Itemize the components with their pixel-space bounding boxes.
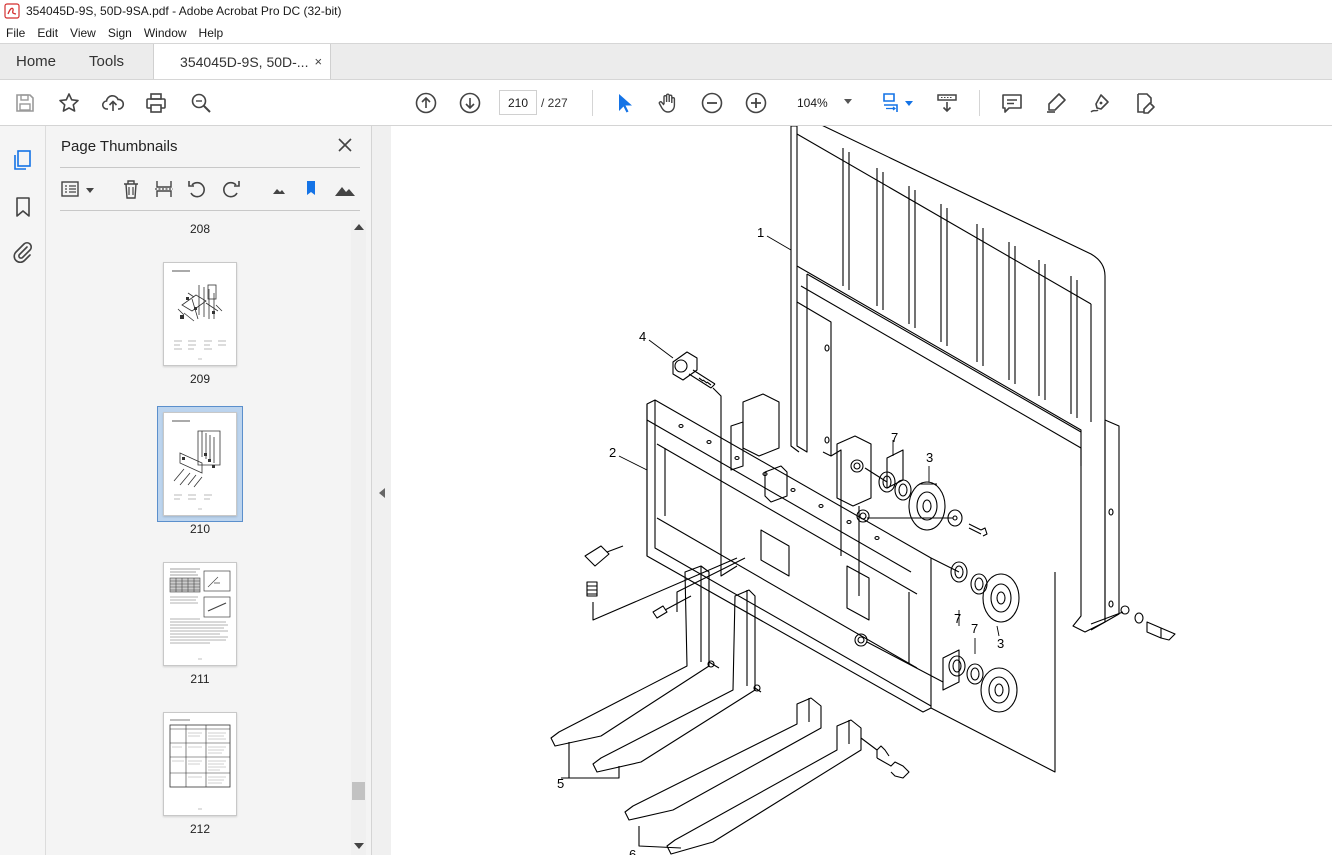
small-thumbnails-icon[interactable] (268, 178, 290, 200)
callout-7: 7 (971, 621, 978, 636)
toolbar-divider (979, 90, 980, 116)
menu-view[interactable]: View (64, 26, 102, 40)
document-view[interactable]: 1 2 3 3 4 5 6 7 7 7 (391, 126, 1332, 855)
exploded-parts-diagram: 1 2 3 3 4 5 6 7 7 7 (550, 126, 1176, 855)
thumbnail-page-212[interactable] (163, 712, 237, 816)
acrobat-logo-icon (4, 3, 20, 19)
thumbnail-preview (172, 270, 226, 360)
attachment-icon[interactable] (11, 240, 35, 264)
thumbnail-preview (169, 568, 231, 660)
thumbnails-panel: Page Thumbnails 208 209 210 211 212 (46, 126, 372, 855)
rotate-left-icon[interactable] (186, 178, 208, 200)
page-number-input[interactable]: 210 (499, 90, 537, 115)
window-title: 354045D-9S, 50D-9SA.pdf - Adobe Acrobat … (26, 4, 342, 18)
scroll-up-icon[interactable] (354, 224, 364, 230)
close-icon[interactable] (336, 136, 354, 154)
panel-divider (60, 167, 360, 168)
callout-6: 6 (629, 847, 636, 855)
panel-title: Page Thumbnails (61, 138, 178, 155)
page-fit-dropdown-icon[interactable] (905, 101, 913, 106)
zoom-in-icon[interactable] (744, 91, 768, 115)
callout-5: 5 (557, 776, 564, 791)
cloud-upload-icon[interactable] (101, 91, 125, 115)
callout-7: 7 (891, 430, 898, 445)
tab-bar: Home Tools 354045D-9S, 50D-... × (0, 43, 1332, 80)
hand-tool-icon[interactable] (656, 91, 680, 115)
collapse-arrow-icon (379, 488, 385, 498)
delete-page-icon[interactable] (120, 178, 142, 200)
bookmark-icon[interactable] (11, 195, 35, 219)
thumbnail-label: 210 (189, 522, 211, 536)
extract-page-icon[interactable] (153, 178, 175, 200)
left-rail (0, 126, 46, 855)
callout-3: 3 (926, 450, 933, 465)
thumbnail-preview (169, 719, 231, 810)
print-icon[interactable] (144, 91, 168, 115)
thumbnail-label: 212 (189, 822, 211, 836)
scrollbar-thumb[interactable] (352, 782, 365, 800)
options-dropdown-icon[interactable] (86, 188, 94, 193)
highlight-pen-icon[interactable] (1044, 91, 1068, 115)
sign-pen-icon[interactable] (1088, 91, 1112, 115)
thumbnail-label: 208 (189, 222, 211, 236)
title-bar: 354045D-9S, 50D-9SA.pdf - Adobe Acrobat … (0, 0, 1332, 22)
scroll-down-icon[interactable] (354, 843, 364, 849)
callout-4: 4 (639, 329, 646, 344)
select-cursor-icon[interactable] (612, 91, 636, 115)
menu-help[interactable]: Help (193, 26, 230, 40)
thumbnail-page-211[interactable] (163, 562, 237, 666)
menu-file[interactable]: File (0, 26, 31, 40)
thumbnail-page-210[interactable] (163, 412, 237, 516)
edit-share-icon[interactable] (1132, 91, 1156, 115)
page-total: / 227 (541, 96, 568, 110)
comment-icon[interactable] (1000, 91, 1024, 115)
callout-3: 3 (997, 636, 1004, 651)
large-thumbnails-icon[interactable] (334, 178, 356, 200)
tab-close-icon[interactable]: × (314, 54, 322, 69)
menu-edit[interactable]: Edit (31, 26, 64, 40)
thumbnail-scrollbar[interactable] (351, 220, 366, 855)
thumbnail-preview (172, 420, 221, 510)
rotate-right-icon[interactable] (220, 178, 242, 200)
options-menu-icon[interactable] (60, 178, 82, 200)
tab-home[interactable]: Home (0, 44, 73, 79)
thumbnail-label: 209 (189, 372, 211, 386)
tab-document[interactable]: 354045D-9S, 50D-... × (153, 44, 332, 79)
toolbar-divider (592, 90, 593, 116)
next-page-icon[interactable] (458, 91, 482, 115)
previous-page-icon[interactable] (414, 91, 438, 115)
zoom-select[interactable]: 104% (784, 90, 858, 115)
panel-collapse-handle[interactable] (373, 126, 391, 855)
panel-divider (60, 210, 360, 211)
scroll-mode-icon[interactable] (935, 91, 959, 115)
zoom-value: 104% (797, 95, 828, 110)
menu-window[interactable]: Window (138, 26, 193, 40)
page-thumbnails-icon[interactable] (11, 148, 35, 172)
thumbnail-tools (60, 176, 360, 204)
callout-1: 1 (757, 225, 764, 240)
thumbnail-page-209[interactable] (163, 262, 237, 366)
search-zoom-icon[interactable] (189, 91, 213, 115)
menu-bar: File Edit View Sign Window Help (0, 22, 1332, 43)
zoom-out-icon[interactable] (700, 91, 724, 115)
callout-7: 7 (954, 611, 961, 626)
tab-document-label: 354045D-9S, 50D-... (180, 53, 309, 70)
thumbnail-label: 211 (190, 672, 210, 686)
bookmark-marker-icon[interactable] (300, 178, 322, 200)
callout-2: 2 (609, 445, 616, 460)
star-icon[interactable] (57, 91, 81, 115)
menu-sign[interactable]: Sign (102, 26, 138, 40)
page-fit-icon[interactable] (880, 91, 904, 115)
thumbnail-list: 208 209 210 211 212 (46, 212, 352, 855)
tab-tools[interactable]: Tools (73, 44, 140, 79)
save-icon[interactable] (13, 91, 37, 115)
chevron-down-icon (844, 99, 852, 104)
